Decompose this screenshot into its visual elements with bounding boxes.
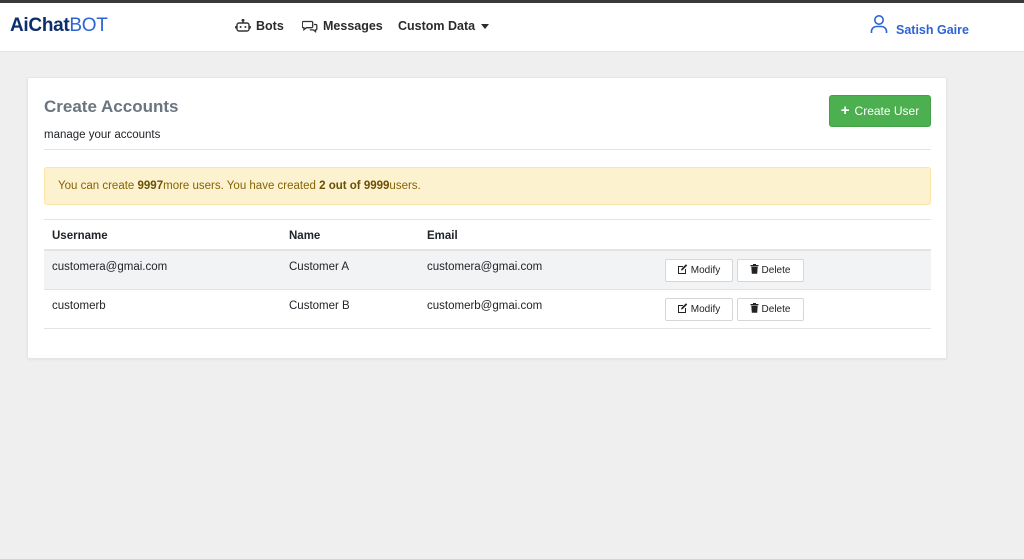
header-divider	[44, 149, 931, 150]
column-header-email: Email	[427, 230, 458, 242]
cell-username: customerb	[52, 300, 106, 312]
edit-icon	[677, 303, 688, 316]
row-actions: Modify Delete	[665, 298, 804, 321]
quota-alert: You can create 9997 more users. You have…	[44, 167, 931, 205]
trash-icon	[750, 264, 759, 277]
delete-button[interactable]: Delete	[737, 259, 804, 282]
cell-name: Customer B	[289, 300, 350, 312]
cell-name: Customer A	[289, 261, 350, 273]
nav-bots-label: Bots	[256, 19, 284, 33]
create-user-label: Create User	[854, 104, 920, 118]
user-name: Satish Gaire	[896, 22, 969, 37]
table-row: customerb Customer B customerb@gmai.com …	[44, 290, 931, 329]
modify-button[interactable]: Modify	[665, 259, 733, 282]
alert-remaining: 9997	[137, 180, 164, 192]
user-icon	[870, 14, 888, 37]
cell-username: customera@gmai.com	[52, 261, 168, 273]
robot-icon	[235, 19, 251, 33]
brand-logo-part2: BOT	[69, 15, 108, 36]
cell-email: customerb@gmai.com	[427, 300, 543, 312]
brand-logo[interactable]: AiChatBOT	[10, 15, 108, 37]
trash-icon	[750, 303, 759, 316]
plus-icon: +	[840, 102, 850, 119]
alert-prefix: You can create	[58, 180, 135, 192]
nav-custom-data-label: Custom Data	[398, 19, 476, 33]
cell-email: customera@gmai.com	[427, 261, 543, 273]
caret-down-icon	[481, 23, 490, 29]
brand-logo-part1: AiChat	[10, 15, 70, 36]
nav-messages-label: Messages	[323, 19, 383, 33]
modify-label: Modify	[690, 304, 721, 315]
table-header: Username Name Email	[44, 219, 931, 251]
accounts-table: Username Name Email customera@gmai.com C…	[44, 219, 931, 329]
modify-button[interactable]: Modify	[665, 298, 733, 321]
delete-button[interactable]: Delete	[737, 298, 804, 321]
accounts-card: Create Accounts manage your accounts + C…	[27, 77, 947, 359]
column-header-username: Username	[52, 230, 108, 242]
user-menu[interactable]: Satish Gaire	[870, 14, 969, 37]
create-user-button[interactable]: + Create User	[829, 95, 931, 127]
modify-label: Modify	[690, 265, 721, 276]
delete-label: Delete	[761, 304, 791, 315]
table-row: customera@gmai.com Customer A customera@…	[44, 251, 931, 290]
nav-messages[interactable]: Messages	[302, 19, 383, 33]
alert-middle: more users. You have created	[163, 180, 316, 192]
page-subtitle: manage your accounts	[44, 129, 161, 141]
row-actions: Modify Delete	[665, 259, 804, 282]
top-navbar: AiChatBOT Bots Messages Custom Data Sati…	[0, 3, 1024, 52]
alert-suffix: users.	[389, 180, 421, 192]
nav-custom-data-dropdown[interactable]: Custom Data	[398, 19, 490, 33]
alert-created: 2 out of 9999	[319, 180, 390, 192]
edit-icon	[677, 264, 688, 277]
nav-bots[interactable]: Bots	[235, 19, 284, 33]
column-header-name: Name	[289, 230, 321, 242]
chat-bubbles-icon	[302, 19, 318, 33]
page-title: Create Accounts	[44, 97, 179, 116]
delete-label: Delete	[761, 265, 791, 276]
